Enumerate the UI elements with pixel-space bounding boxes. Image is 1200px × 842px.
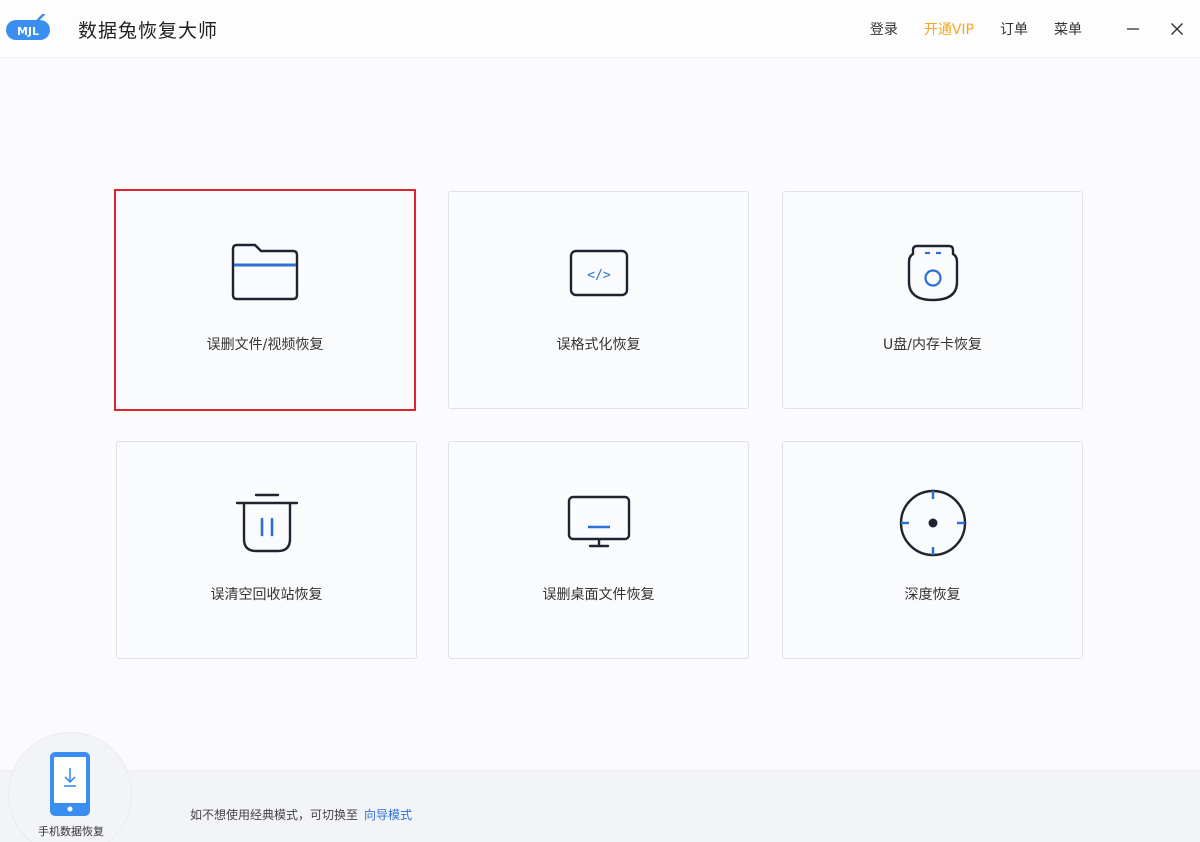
card-recycle-bin-recovery[interactable]: 误清空回收站恢复: [116, 441, 417, 659]
crosshair-icon: [893, 488, 973, 558]
card-label: 误清空回收站恢复: [210, 587, 323, 603]
card-usb-recovery[interactable]: U盘/内存卡恢复: [782, 191, 1083, 409]
svg-text:MJL: MJL: [17, 25, 39, 38]
phone-icon: [50, 752, 90, 816]
app-logo-icon: MJL: [6, 14, 50, 40]
card-deep-recovery[interactable]: 深度恢复: [782, 441, 1083, 659]
card-deleted-files[interactable]: 误删文件/视频恢复: [114, 189, 416, 411]
close-button[interactable]: [1166, 18, 1188, 40]
card-label: U盘/内存卡恢复: [883, 337, 982, 353]
vip-link[interactable]: 开通VIP: [924, 19, 974, 39]
mode-switch-hint: 如不想使用经典模式，可切换至 向导模式: [190, 806, 412, 823]
recovery-mode-grid: 误删文件/视频恢复 </> 误格式化恢复 U盘/内存卡恢复 误清空回收站恢复 误…: [114, 189, 1084, 659]
top-nav: 登录 开通VIP 订单 菜单: [844, 0, 1188, 58]
card-label: 误删桌面文件恢复: [542, 587, 655, 603]
footer-bar: [0, 770, 1200, 842]
usb-drive-icon: [893, 238, 973, 308]
orders-link[interactable]: 订单: [1000, 19, 1028, 39]
folder-icon: [225, 237, 305, 307]
menu-link[interactable]: 菜单: [1054, 19, 1082, 39]
monitor-icon: [559, 488, 639, 558]
login-link[interactable]: 登录: [870, 19, 898, 39]
app-title: 数据兔恢复大师: [78, 20, 219, 42]
card-desktop-recovery[interactable]: 误删桌面文件恢复: [448, 441, 749, 659]
card-label: 深度恢复: [904, 587, 961, 603]
card-label: 误删文件/视频恢复: [206, 337, 324, 353]
mobile-recovery-label: 手机数据恢复: [38, 825, 104, 838]
hint-text: 如不想使用经典模式，可切换至: [190, 808, 359, 822]
card-formatted-recovery[interactable]: </> 误格式化恢复: [448, 191, 749, 409]
minimize-button[interactable]: [1122, 18, 1144, 40]
trash-bin-icon: [227, 488, 307, 558]
close-icon: [1171, 23, 1183, 35]
svg-text:</>: </>: [587, 268, 611, 283]
minimize-icon: [1127, 28, 1139, 30]
code-window-icon: </>: [559, 238, 639, 308]
card-label: 误格式化恢复: [556, 337, 641, 353]
title-bar: MJL 数据兔恢复大师 登录 开通VIP 订单 菜单: [0, 0, 1200, 58]
wizard-mode-link[interactable]: 向导模式: [364, 808, 412, 822]
